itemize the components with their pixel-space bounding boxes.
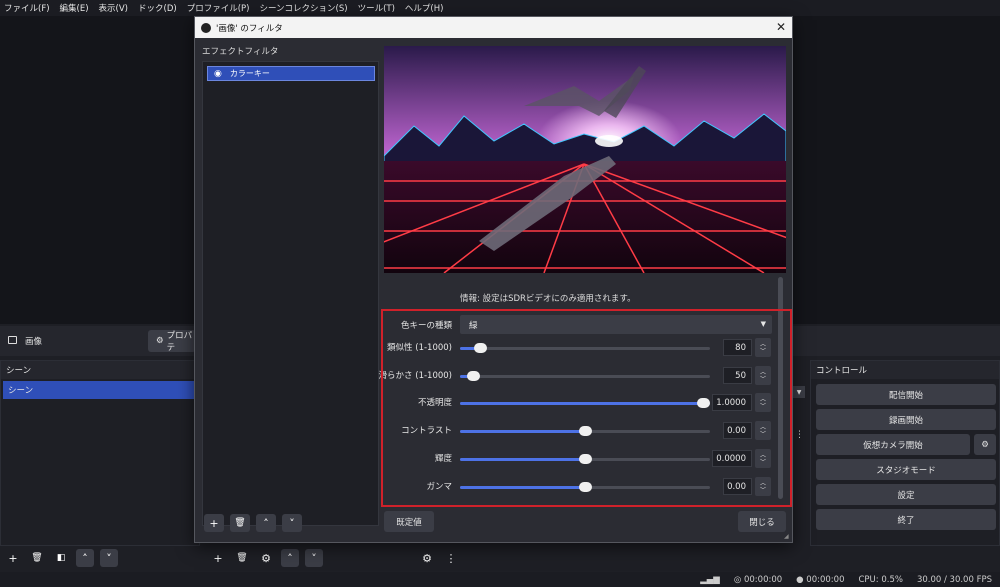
dialog-titlebar[interactable]: '画像' のフィルタ ✕: [195, 17, 792, 38]
source-settings-button[interactable]: ⚙: [257, 549, 275, 567]
start-recording-button[interactable]: 録画開始: [816, 409, 996, 430]
menu-dock[interactable]: ドック(D): [138, 2, 177, 14]
dialog-title: '画像' のフィルタ: [216, 23, 283, 34]
controls-panel: コントロール 配信開始 録画開始 仮想カメラ開始 ⚙ スタジオモード 設定 終了: [810, 360, 1000, 546]
fps-readout: 30.00 / 30.00 FPS: [916, 574, 992, 585]
controls-header: コントロール: [811, 361, 999, 379]
move-scene-down-button[interactable]: ˅: [100, 549, 118, 567]
scene-item[interactable]: シーン: [3, 381, 197, 399]
eye-icon[interactable]: ◉: [214, 69, 222, 79]
close-button[interactable]: 閉じる: [738, 511, 786, 532]
gear-icon: ⚙: [156, 336, 164, 346]
chevron-down-icon[interactable]: ▼: [793, 386, 805, 398]
highlight-box: [381, 309, 792, 507]
signal-icon: ▂▄▆: [700, 574, 720, 585]
remove-scene-button[interactable]: 🗑: [28, 549, 46, 567]
scenes-header: シーン: [1, 361, 199, 379]
synthwave-scene: [384, 46, 786, 273]
move-source-down-button[interactable]: ˅: [305, 549, 323, 567]
move-filter-up-button[interactable]: ˄: [256, 514, 276, 532]
status-bar: ▂▄▆ ◎ 00:00:00 ● 00:00:00 CPU: 0.5% 30.0…: [0, 572, 1000, 587]
resize-grip-icon[interactable]: ◢: [784, 533, 789, 540]
mixer-toolbar: ⚙ ⋮: [418, 549, 460, 567]
move-source-up-button[interactable]: ˄: [281, 549, 299, 567]
start-streaming-button[interactable]: 配信開始: [816, 384, 996, 405]
studio-mode-button[interactable]: スタジオモード: [816, 459, 996, 480]
remove-filter-button[interactable]: 🗑: [230, 514, 250, 532]
move-scene-up-button[interactable]: ˄: [76, 549, 94, 567]
effects-filters-label: エフェクトフィルタ: [202, 47, 279, 57]
filter-item-label: カラーキー: [229, 69, 270, 78]
filter-list-toolbar: + 🗑 ˄ ˅: [204, 514, 302, 532]
stream-time-value: 00:00:00: [743, 574, 783, 585]
add-source-button[interactable]: +: [209, 549, 227, 567]
more-icon[interactable]: ⋮: [795, 430, 804, 440]
menu-file[interactable]: ファイル(F): [4, 2, 50, 14]
record-time-value: 00:00:00: [806, 574, 845, 585]
scenes-panel: シーン シーン: [0, 360, 200, 546]
mixer-settings-button[interactable]: ⚙: [418, 549, 436, 567]
add-scene-button[interactable]: +: [4, 549, 22, 567]
properties-button[interactable]: ⚙ プロパテ: [148, 330, 196, 353]
settings-button[interactable]: 設定: [816, 484, 996, 505]
gear-icon: ⚙: [981, 439, 989, 450]
record-time: ● 00:00:00: [796, 574, 845, 585]
filter-item-color-key[interactable]: ◉ カラーキー: [207, 66, 375, 81]
filter-preview-image: [384, 46, 786, 273]
menu-scene-collection[interactable]: シーンコレクション(S): [259, 2, 347, 14]
menu-edit[interactable]: 編集(E): [60, 2, 89, 14]
menu-profile[interactable]: プロファイル(P): [187, 2, 250, 14]
move-filter-down-button[interactable]: ˅: [282, 514, 302, 532]
mixer-menu-button[interactable]: ⋮: [442, 549, 460, 567]
exit-button[interactable]: 終了: [816, 509, 996, 530]
menu-view[interactable]: 表示(V): [99, 2, 128, 14]
defaults-button[interactable]: 既定値: [384, 511, 434, 532]
obs-logo-icon: [201, 22, 211, 33]
remove-source-button[interactable]: 🗑: [233, 549, 251, 567]
source-name: 画像: [25, 337, 43, 347]
stream-time: ◎ 00:00:00: [733, 574, 783, 585]
image-source-icon: [8, 336, 17, 344]
add-filter-button[interactable]: +: [204, 514, 224, 532]
virtual-camera-settings-button[interactable]: ⚙: [974, 434, 996, 455]
info-text: 情報: 設定はSDRビデオにのみ適用されます。: [460, 294, 636, 304]
filter-list: ◉ カラーキー: [202, 61, 379, 526]
filters-dialog: '画像' のフィルタ ✕ エフェクトフィルタ ◉ カラーキー + 🗑 ˄ ˅ 情…: [194, 16, 793, 543]
close-icon[interactable]: ✕: [776, 20, 786, 34]
scene-filter-button[interactable]: ◧: [52, 549, 70, 567]
menu-help[interactable]: ヘルプ(H): [405, 2, 444, 14]
menu-bar: ファイル(F) 編集(E) 表示(V) ドック(D) プロファイル(P) シーン…: [0, 0, 1000, 16]
scenes-toolbar: + 🗑 ◧ ˄ ˅: [4, 549, 118, 567]
cpu-usage: CPU: 0.5%: [858, 574, 903, 585]
menu-tools[interactable]: ツール(T): [358, 2, 395, 14]
properties-label: プロパテ: [166, 331, 193, 353]
sources-toolbar: + 🗑 ⚙ ˄ ˅: [209, 549, 323, 567]
start-virtual-camera-button[interactable]: 仮想カメラ開始: [816, 434, 970, 455]
